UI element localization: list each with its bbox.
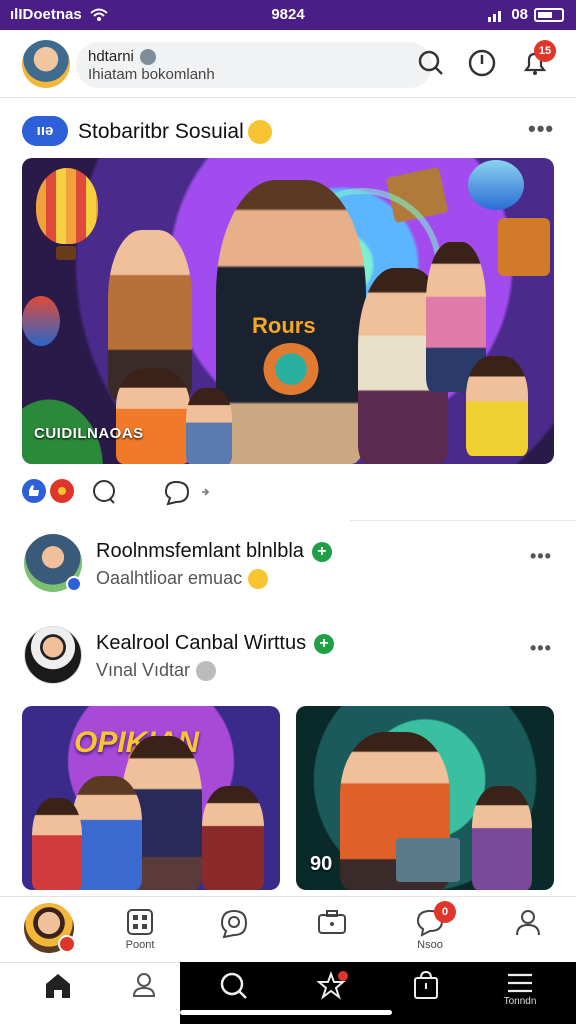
section-divider bbox=[350, 520, 576, 521]
post-tag[interactable]: ııə bbox=[22, 116, 68, 146]
tab-label: Poont bbox=[125, 939, 155, 951]
tab-label: Nsoo bbox=[417, 939, 443, 951]
hot-air-balloon bbox=[36, 168, 98, 244]
share-icon[interactable] bbox=[162, 478, 222, 506]
media-card[interactable]: OPIKIAN bbox=[22, 706, 280, 890]
person-subtitle-text: Vınal Vıdtar bbox=[96, 660, 191, 680]
more-options-icon[interactable]: ••• bbox=[530, 638, 552, 659]
like-reaction-icon[interactable] bbox=[22, 479, 46, 503]
verified-icon: + bbox=[311, 541, 332, 562]
suggested-person-row[interactable]: Kealrool Canbal Wirttus + Vınal Vıdtar ••… bbox=[0, 620, 576, 690]
battery-percent: 08 bbox=[511, 6, 528, 23]
card-person bbox=[32, 798, 82, 890]
person-subtitle: Vınal Vıdtar bbox=[96, 660, 217, 681]
image-caption: CUIDILNAOAS bbox=[34, 425, 144, 442]
badge-icon bbox=[139, 48, 156, 65]
person-right-small bbox=[466, 356, 528, 456]
tab-search-bubble[interactable] bbox=[212, 907, 256, 955]
tab-search[interactable] bbox=[214, 970, 254, 1014]
comment-icon[interactable] bbox=[90, 478, 118, 506]
badge-icon bbox=[58, 935, 76, 953]
profile-name: hdtarni bbox=[88, 48, 134, 65]
tab-profile[interactable] bbox=[24, 903, 76, 953]
profile-search-pill[interactable]: hdtarni Ihiatam bokomlanh bbox=[76, 42, 432, 88]
suggested-person-row[interactable]: Roolnmsfemlant blnlbla + Oaalhtlioar emua… bbox=[0, 528, 576, 598]
tab-person-outline[interactable] bbox=[124, 970, 164, 1014]
person-name: Kealrool Canbal Wirttus + bbox=[96, 632, 335, 655]
tab-shopping-bag[interactable] bbox=[406, 970, 446, 1014]
more-options-icon[interactable]: ••• bbox=[530, 546, 552, 567]
balloon-basket bbox=[56, 246, 76, 260]
balloon-right bbox=[468, 160, 524, 210]
speaker-box bbox=[498, 218, 550, 276]
tab-person[interactable] bbox=[506, 907, 550, 955]
person-name: Roolnmsfemlant blnlbla + bbox=[96, 540, 332, 563]
post-actions bbox=[22, 476, 282, 506]
tab-grid[interactable]: Poont bbox=[118, 907, 162, 955]
status-bar: ılIDoetnas 9824 08 bbox=[0, 0, 576, 30]
post-title: Stobaritbr Sosuial bbox=[78, 120, 272, 145]
search-icon[interactable] bbox=[416, 48, 446, 78]
tab-bar-primary: Poont 0 Nsoo bbox=[0, 896, 576, 962]
emoji-icon bbox=[248, 568, 269, 589]
laptop bbox=[396, 838, 460, 882]
card-person bbox=[202, 786, 264, 890]
profile-subtitle: Ihiatam bokomlanh bbox=[88, 66, 215, 83]
verified-icon: + bbox=[314, 633, 335, 654]
signal-icon bbox=[487, 8, 505, 22]
love-reaction-icon[interactable] bbox=[50, 479, 74, 503]
notification-count-badge: 15 bbox=[534, 40, 556, 62]
ball-left bbox=[22, 296, 60, 346]
profile-avatar[interactable] bbox=[22, 40, 70, 88]
person-left-small bbox=[116, 368, 190, 464]
post-header: ııə Stobaritbr Sosuial ••• bbox=[0, 110, 576, 154]
card-person bbox=[72, 776, 142, 890]
shirt-logo bbox=[262, 343, 320, 395]
tab-camera[interactable] bbox=[310, 907, 354, 955]
post-title-text: Stobaritbr Sosuial bbox=[78, 120, 244, 143]
card-tag: 90 bbox=[310, 853, 333, 875]
home-indicator[interactable] bbox=[180, 1010, 392, 1015]
person-left-child bbox=[186, 388, 232, 464]
avatar[interactable] bbox=[24, 626, 82, 684]
card-person bbox=[472, 786, 532, 890]
media-card[interactable]: 90 bbox=[296, 706, 554, 890]
more-options-icon[interactable]: ••• bbox=[528, 116, 554, 142]
emoji-icon bbox=[247, 120, 272, 145]
tab-chat[interactable]: 0 Nsoo bbox=[408, 901, 456, 955]
chat-badge: 0 bbox=[434, 901, 456, 923]
notification-bell-icon[interactable]: 15 bbox=[520, 40, 556, 78]
battery-icon bbox=[534, 7, 564, 22]
timer-icon[interactable] bbox=[467, 48, 497, 78]
tab-home[interactable] bbox=[38, 970, 78, 1014]
post-image[interactable]: Rours CUIDILNAOAS bbox=[22, 158, 554, 464]
person-name-text: Kealrool Canbal Wirttus bbox=[96, 632, 307, 654]
tab-star-notify[interactable] bbox=[312, 970, 352, 1014]
avatar bbox=[24, 903, 76, 953]
tab-label: Tonndn bbox=[503, 996, 537, 1007]
emoji-icon bbox=[196, 660, 217, 681]
shirt-text: Rours bbox=[252, 313, 316, 338]
tab-menu[interactable]: Tonndn bbox=[498, 970, 542, 1014]
person-name-text: Roolnmsfemlant blnlbla bbox=[96, 540, 304, 562]
top-bar: hdtarni Ihiatam bokomlanh 15 bbox=[0, 30, 576, 98]
person-subtitle: Oaalhtlioar emuac bbox=[96, 568, 269, 589]
person-subtitle-text: Oaalhtlioar emuac bbox=[96, 568, 243, 588]
online-badge-icon bbox=[66, 576, 82, 592]
